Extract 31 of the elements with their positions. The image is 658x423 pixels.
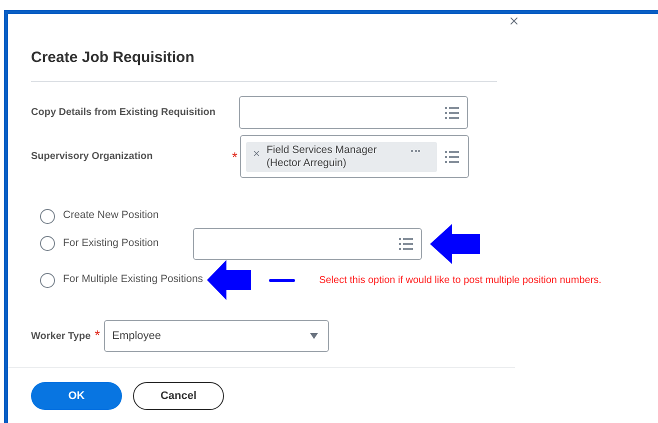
required-mark: * bbox=[232, 148, 238, 166]
radio-label[interactable]: For Existing Position bbox=[63, 236, 185, 252]
annotation-note: Select this option if would like to post multiple position numbers. bbox=[319, 274, 602, 288]
field-label: Worker Type bbox=[31, 330, 91, 344]
selected-item-pill[interactable]: Field Services Manager (Hector Arreguin) bbox=[246, 142, 438, 172]
field-label: Copy Details from Existing Requisition bbox=[31, 106, 216, 120]
ok-button[interactable]: OK bbox=[31, 382, 122, 410]
field-label: Supervisory Organization bbox=[31, 150, 154, 164]
list-icon[interactable] bbox=[399, 238, 413, 250]
radio-label[interactable]: For Multiple Existing Positions bbox=[63, 272, 204, 288]
caret-icon bbox=[310, 333, 318, 339]
close-icon[interactable] bbox=[508, 15, 520, 27]
prompt-field[interactable] bbox=[239, 96, 468, 129]
remove-icon[interactable] bbox=[252, 148, 262, 158]
dialog-title: Create Job Requisition bbox=[31, 48, 196, 68]
dash-mark bbox=[269, 278, 296, 282]
prompt-field[interactable]: Field Services Manager (Hector Arreguin) bbox=[240, 135, 470, 178]
pill-text: Field Services Manager bbox=[266, 144, 378, 156]
list-icon[interactable] bbox=[445, 150, 460, 162]
list-icon[interactable] bbox=[445, 106, 459, 118]
radio-button[interactable] bbox=[40, 272, 55, 288]
left-arrow-icon bbox=[207, 260, 252, 300]
cancel-button[interactable]: Cancel bbox=[133, 382, 224, 410]
pill-text: (Hector Arreguin) bbox=[266, 156, 348, 170]
radio-button[interactable] bbox=[40, 236, 55, 251]
required-mark: * bbox=[94, 327, 100, 343]
prompt-field[interactable] bbox=[193, 228, 422, 260]
radio-button[interactable] bbox=[40, 208, 55, 224]
radio-label[interactable]: Create New Position bbox=[63, 208, 159, 224]
left-arrow-icon bbox=[430, 224, 480, 264]
worker-type-dropdown[interactable]: Employee bbox=[104, 320, 330, 352]
